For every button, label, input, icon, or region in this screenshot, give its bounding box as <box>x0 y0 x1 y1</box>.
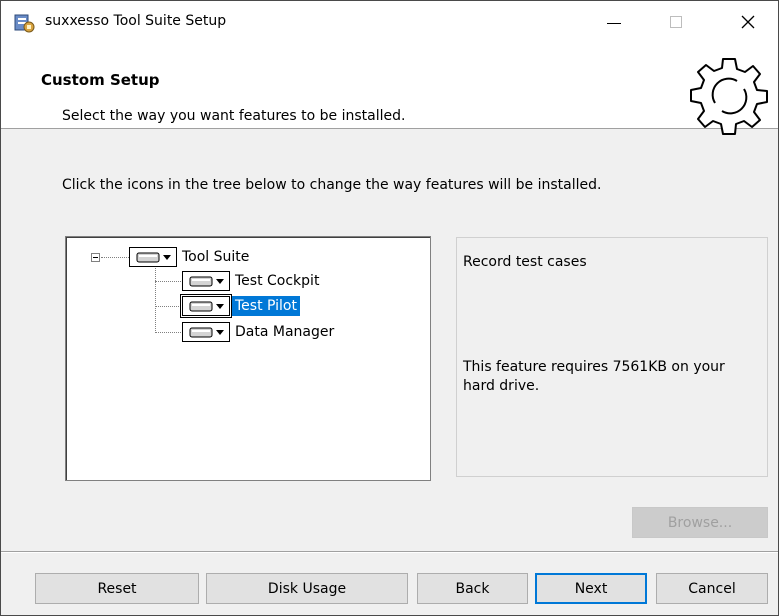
tree-item-label: Test Cockpit <box>235 273 320 289</box>
feature-description-panel: Record test cases This feature requires … <box>456 237 768 477</box>
reset-button[interactable]: Reset <box>35 573 199 604</box>
feature-state-dropdown[interactable] <box>182 322 230 342</box>
window-title: suxxesso Tool Suite Setup <box>45 13 227 29</box>
chevron-down-icon <box>215 329 224 335</box>
feature-description: Record test cases <box>463 254 587 270</box>
gear-icon <box>690 58 768 135</box>
banner-subtitle: Select the way you want features to be i… <box>62 108 406 124</box>
chevron-down-icon <box>215 303 224 309</box>
feature-tree[interactable]: Tool Suite Test Cockpit Test Pilot Data … <box>65 236 431 481</box>
feature-state-dropdown[interactable] <box>180 294 232 318</box>
close-icon <box>741 15 755 29</box>
minimize-icon <box>607 22 621 24</box>
hard-drive-icon <box>189 327 212 338</box>
back-button[interactable]: Back <box>417 573 528 604</box>
chevron-down-icon <box>162 254 171 260</box>
tree-item-test-pilot[interactable]: Test Pilot <box>180 294 300 318</box>
hard-drive-icon <box>189 276 212 287</box>
tree-item-label: Test Pilot <box>232 296 300 316</box>
maximize-icon <box>670 16 682 28</box>
tree-item-data-manager[interactable]: Data Manager <box>182 321 337 343</box>
feature-state-dropdown[interactable] <box>182 271 230 291</box>
tree-item-tool-suite[interactable]: Tool Suite <box>129 246 252 268</box>
close-button[interactable] <box>721 1 775 43</box>
tree-item-label: Data Manager <box>235 324 335 340</box>
hard-drive-icon <box>189 301 212 312</box>
feature-state-dropdown[interactable] <box>129 247 177 267</box>
cancel-button[interactable]: Cancel <box>656 573 768 604</box>
chevron-down-icon <box>215 278 224 284</box>
maximize-button <box>649 1 703 43</box>
banner: Custom Setup Select the way you want fea… <box>1 43 778 129</box>
collapse-toggle[interactable] <box>91 253 100 262</box>
hard-drive-icon <box>136 252 159 263</box>
disk-requirement-text: This feature requires 7561KB on your har… <box>463 359 725 394</box>
tree-item-label: Tool Suite <box>182 249 250 265</box>
minimize-button[interactable] <box>587 1 641 43</box>
next-button[interactable]: Next <box>535 573 647 604</box>
title-bar: suxxesso Tool Suite Setup <box>1 1 778 43</box>
browse-button[interactable]: Browse... <box>632 507 768 538</box>
separator <box>1 551 778 553</box>
tree-item-test-cockpit[interactable]: Test Cockpit <box>182 270 322 292</box>
instruction-text: Click the icons in the tree below to cha… <box>62 177 602 193</box>
banner-title: Custom Setup <box>41 71 160 89</box>
installer-icon <box>14 14 35 33</box>
disk-usage-button[interactable]: Disk Usage <box>206 573 408 604</box>
setup-window: suxxesso Tool Suite Setup Custom Setup S… <box>0 0 779 616</box>
